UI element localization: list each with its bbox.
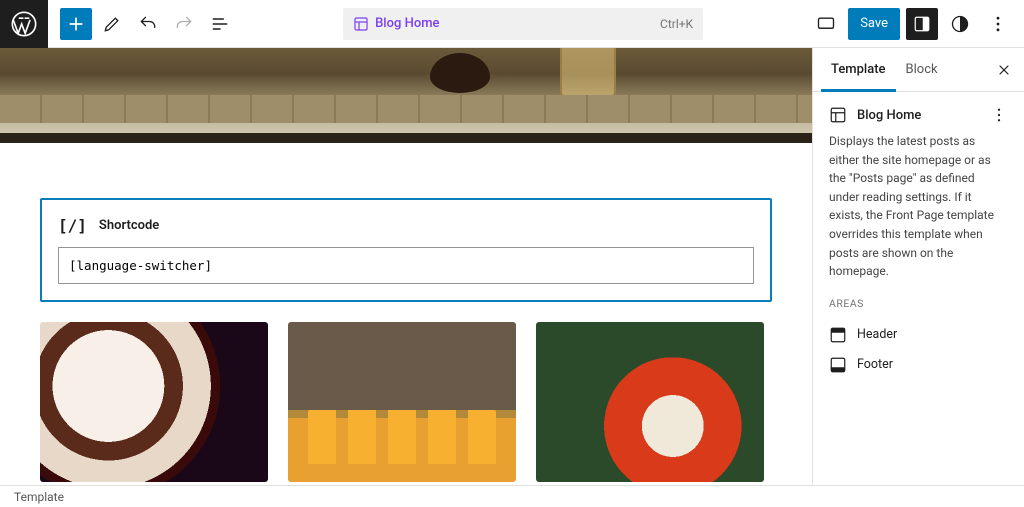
tab-block-label: Block	[906, 62, 938, 77]
layout-icon	[829, 106, 847, 124]
command-shortcut: Ctrl+K	[660, 17, 693, 31]
save-button[interactable]: Save	[848, 8, 900, 40]
header-icon	[829, 326, 847, 344]
area-item-header[interactable]: Header	[829, 320, 1008, 350]
breadcrumb[interactable]: Template	[14, 490, 64, 504]
redo-button[interactable]	[168, 8, 200, 40]
panel-actions-button[interactable]	[990, 106, 1008, 124]
footer-icon	[829, 356, 847, 374]
panel-description: Displays the latest posts as either the …	[829, 132, 1008, 281]
area-item-label: Header	[857, 327, 897, 342]
panel-title: Blog Home	[857, 108, 921, 123]
areas-heading: AREAS	[829, 297, 1008, 310]
shortcode-icon: [/]	[58, 216, 87, 235]
undo-button[interactable]	[132, 8, 164, 40]
post-thumbnail[interactable]	[288, 322, 516, 482]
post-gallery	[40, 322, 772, 482]
tab-block[interactable]: Block	[896, 48, 948, 92]
save-button-label: Save	[860, 16, 888, 31]
add-block-button[interactable]	[60, 8, 92, 40]
main-area: [/] Shortcode Template Block Blog Home	[0, 48, 1024, 485]
template-panel: Blog Home Displays the latest posts as e…	[813, 92, 1024, 394]
close-sidebar-button[interactable]	[992, 58, 1016, 82]
layout-icon	[353, 16, 369, 32]
area-item-footer[interactable]: Footer	[829, 350, 1008, 380]
area-item-label: Footer	[857, 357, 893, 372]
shortcode-block-title: Shortcode	[99, 218, 159, 233]
shortcode-block[interactable]: [/] Shortcode	[40, 198, 772, 302]
top-toolbar: Blog Home Ctrl+K Save	[0, 0, 1024, 48]
settings-sidebar: Template Block Blog Home Displays the la…	[812, 48, 1024, 485]
post-thumbnail[interactable]	[536, 322, 764, 482]
edit-tool-button[interactable]	[96, 8, 128, 40]
tab-template-label: Template	[831, 62, 886, 77]
document-title-text: Blog Home	[375, 16, 439, 31]
document-bar[interactable]: Blog Home Ctrl+K	[343, 8, 703, 40]
tab-template[interactable]: Template	[821, 48, 896, 92]
wordpress-logo[interactable]	[0, 0, 48, 48]
breadcrumb-bar: Template	[0, 485, 1024, 507]
hero-image	[0, 48, 812, 143]
options-menu-button[interactable]	[982, 8, 1014, 40]
document-overview-button[interactable]	[204, 8, 236, 40]
top-right-actions: Save	[810, 8, 1024, 40]
settings-sidebar-toggle[interactable]	[906, 8, 938, 40]
sidebar-tabs: Template Block	[813, 48, 1024, 92]
post-thumbnail[interactable]	[40, 322, 268, 482]
document-bar-container: Blog Home Ctrl+K	[236, 8, 810, 40]
editor-canvas[interactable]: [/] Shortcode	[0, 48, 812, 485]
view-button[interactable]	[810, 8, 842, 40]
shortcode-block-header: [/] Shortcode	[58, 216, 754, 235]
document-title: Blog Home	[353, 16, 439, 32]
styles-button[interactable]	[944, 8, 976, 40]
shortcode-input[interactable]	[58, 247, 754, 284]
